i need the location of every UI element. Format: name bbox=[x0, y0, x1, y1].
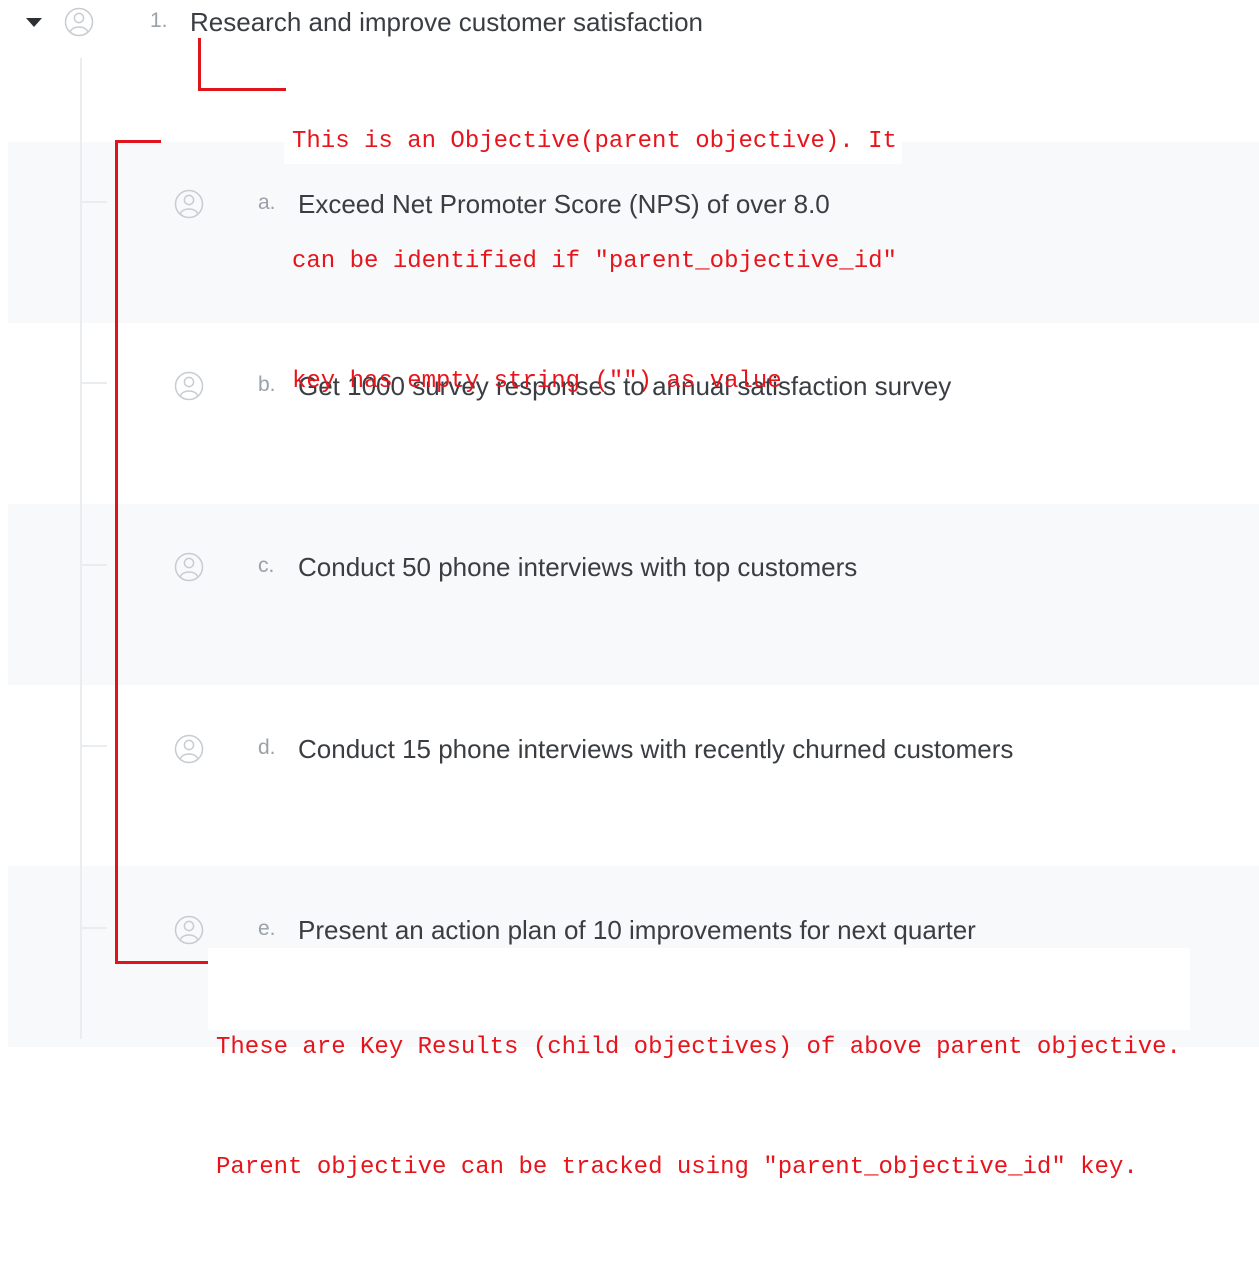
key-result-row[interactable]: c. Conduct 50 phone interviews with top … bbox=[0, 548, 1259, 588]
key-results-annotation-bracket bbox=[115, 140, 161, 143]
caret-down-icon[interactable] bbox=[26, 18, 42, 27]
key-result-index: b. bbox=[258, 373, 276, 397]
user-avatar-icon[interactable] bbox=[174, 189, 204, 219]
key-result-index: e. bbox=[258, 917, 276, 941]
user-avatar-icon[interactable] bbox=[174, 734, 204, 764]
key-result-band-c bbox=[8, 504, 1259, 685]
key-results-annotation-bracket bbox=[115, 961, 213, 964]
key-results-annotation-line: These are Key Results (child objectives)… bbox=[216, 1028, 1181, 1068]
key-results-annotation-line: Parent objective can be tracked using "p… bbox=[216, 1148, 1181, 1188]
objective-annotation-bracket bbox=[198, 88, 286, 91]
okr-tree: 1. Research and improve customer satisfa… bbox=[0, 0, 1259, 1039]
key-results-annotation: These are Key Results (child objectives)… bbox=[216, 948, 1181, 1268]
user-avatar-icon[interactable] bbox=[174, 371, 204, 401]
key-result-title[interactable]: Conduct 50 phone interviews with top cus… bbox=[298, 552, 857, 583]
key-results-annotation-bracket bbox=[115, 140, 118, 964]
key-result-index: d. bbox=[258, 736, 276, 760]
key-result-title[interactable]: Conduct 15 phone interviews with recentl… bbox=[298, 734, 1013, 765]
key-result-row[interactable]: d. Conduct 15 phone interviews with rece… bbox=[0, 730, 1259, 770]
objective-index: 1. bbox=[150, 9, 168, 33]
key-result-title[interactable]: Present an action plan of 10 improvement… bbox=[298, 915, 976, 946]
objective-annotation: This is an Objective(parent objective). … bbox=[292, 42, 897, 482]
objective-annotation-bracket bbox=[198, 38, 201, 90]
objective-annotation-line: key has empty string ("") as value bbox=[292, 362, 897, 402]
key-result-index: c. bbox=[258, 554, 274, 578]
key-result-index: a. bbox=[258, 191, 276, 215]
user-avatar-icon[interactable] bbox=[64, 7, 94, 37]
objective-annotation-line: can be identified if "parent_objective_i… bbox=[292, 242, 897, 282]
objective-annotation-line: This is an Objective(parent objective). … bbox=[292, 122, 897, 162]
objective-row[interactable]: 1. Research and improve customer satisfa… bbox=[0, 3, 1259, 43]
key-result-row[interactable]: e. Present an action plan of 10 improvem… bbox=[0, 911, 1259, 951]
key-result-band-d bbox=[8, 685, 1259, 866]
objective-title[interactable]: Research and improve customer satisfacti… bbox=[190, 7, 703, 38]
user-avatar-icon[interactable] bbox=[174, 915, 204, 945]
user-avatar-icon[interactable] bbox=[174, 552, 204, 582]
